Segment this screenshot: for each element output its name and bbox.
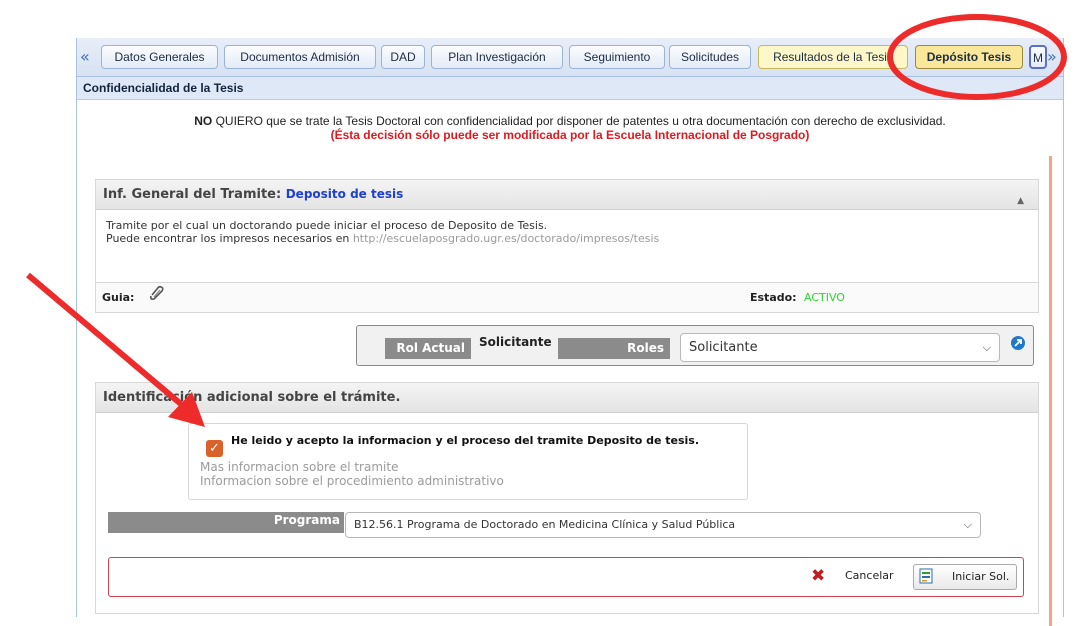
actions-bar: ✖ Cancelar Iniciar Sol.: [108, 557, 1024, 597]
notice-warning: (Ésta decisión sólo puede ser modificada…: [330, 128, 810, 142]
guia-label: Guia:: [102, 291, 135, 304]
rol-actual-value: Solicitante: [479, 335, 552, 349]
roles-select[interactable]: Solicitante ⌵: [680, 333, 1000, 362]
acknowledgement-box: ✓ He leido y acepto la informacion y el …: [188, 423, 748, 500]
info-panel: Inf. General del Tramite: Deposito de te…: [95, 179, 1039, 313]
info-panel-footer: Guia: Estado: ACTIVO: [96, 282, 1038, 312]
guide-clip-icon[interactable]: [148, 284, 166, 314]
programa-selected-value: B12.56.1 Programa de Doctorado en Medici…: [354, 518, 736, 531]
roles-box: Rol Actual Solicitante Roles Solicitante…: [356, 325, 1034, 366]
tabs-next-arrow-icon[interactable]: »: [1047, 47, 1057, 66]
confidentiality-notice: NO QUIERO que se trate la Tesis Doctoral…: [77, 114, 1063, 142]
form-icon: [919, 568, 933, 593]
chevron-down-icon: ⌵: [982, 341, 991, 354]
identification-title: Identificación adicional sobre el trámit…: [96, 383, 1038, 413]
chevron-down-icon: ⌵: [963, 518, 972, 531]
go-icon[interactable]: [1010, 335, 1026, 355]
tab-plan-investigacion[interactable]: Plan Investigación: [431, 45, 563, 69]
cancel-button[interactable]: ✖ Cancelar: [806, 564, 906, 590]
programa-select[interactable]: B12.56.1 Programa de Doctorado en Medici…: [345, 512, 981, 538]
programa-label: Programa: [108, 512, 344, 533]
main-frame: « Datos Generales Documentos Admisión DA…: [76, 38, 1064, 626]
info-line-1: Tramite por el cual un doctorando puede …: [106, 219, 548, 232]
impresos-link[interactable]: http://escuelaposgrado.ugr.es/doctorado/…: [353, 232, 659, 245]
section-title: Confidencialidad de la Tesis: [77, 77, 1063, 100]
estado-label: Estado:: [750, 291, 797, 304]
tab-documentos-admision[interactable]: Documentos Admisión: [224, 45, 376, 69]
tab-deposito-tesis[interactable]: Depósito Tesis: [915, 45, 1023, 69]
cancel-label: Cancelar: [845, 569, 894, 582]
tabs-prev-arrow-icon[interactable]: «: [80, 47, 90, 66]
info-panel-header[interactable]: Inf. General del Tramite: Deposito de te…: [96, 180, 1038, 210]
ack-text: He leido y acepto la informacion y el pr…: [231, 434, 700, 447]
start-request-label: Iniciar Sol.: [952, 570, 1010, 583]
rol-actual-label: Rol Actual: [385, 338, 471, 359]
info-panel-label: Inf. General del Tramite:: [103, 187, 282, 202]
info-line-2: Puede encontrar los impresos necesarios …: [106, 232, 353, 245]
tab-seguimiento[interactable]: Seguimiento: [569, 45, 665, 69]
notice-text: QUIERO que se trate la Tesis Doctoral co…: [215, 114, 946, 128]
tab-dad[interactable]: DAD: [381, 45, 425, 69]
procedure-info-link[interactable]: Informacion sobre el procedimiento admin…: [200, 474, 504, 488]
ack-checkbox[interactable]: ✓: [206, 440, 223, 457]
collapse-caret-icon[interactable]: ▲: [1017, 187, 1024, 216]
more-info-link[interactable]: Mas informacion sobre el tramite: [200, 460, 398, 474]
roles-label: Roles: [558, 338, 670, 359]
start-request-button[interactable]: Iniciar Sol.: [913, 564, 1017, 590]
tramite-name: Deposito de tesis: [285, 187, 404, 201]
tab-solicitudes[interactable]: Solicitudes: [669, 45, 751, 69]
estado-value: ACTIVO: [804, 291, 845, 304]
roles-selected-value: Solicitante: [689, 340, 758, 355]
scrollbar[interactable]: [1049, 156, 1052, 626]
cancel-x-icon: ✖: [811, 566, 826, 586]
tab-more[interactable]: M: [1029, 45, 1047, 69]
notice-no: NO: [194, 114, 213, 128]
tab-resultados-tesis[interactable]: Resultados de la Tesis: [758, 45, 908, 69]
identification-panel: Identificación adicional sobre el trámit…: [95, 382, 1039, 614]
tab-datos-generales[interactable]: Datos Generales: [101, 45, 218, 69]
tab-bar: « Datos Generales Documentos Admisión DA…: [77, 38, 1063, 77]
info-panel-body: Tramite por el cual un doctorando puede …: [96, 210, 1038, 254]
